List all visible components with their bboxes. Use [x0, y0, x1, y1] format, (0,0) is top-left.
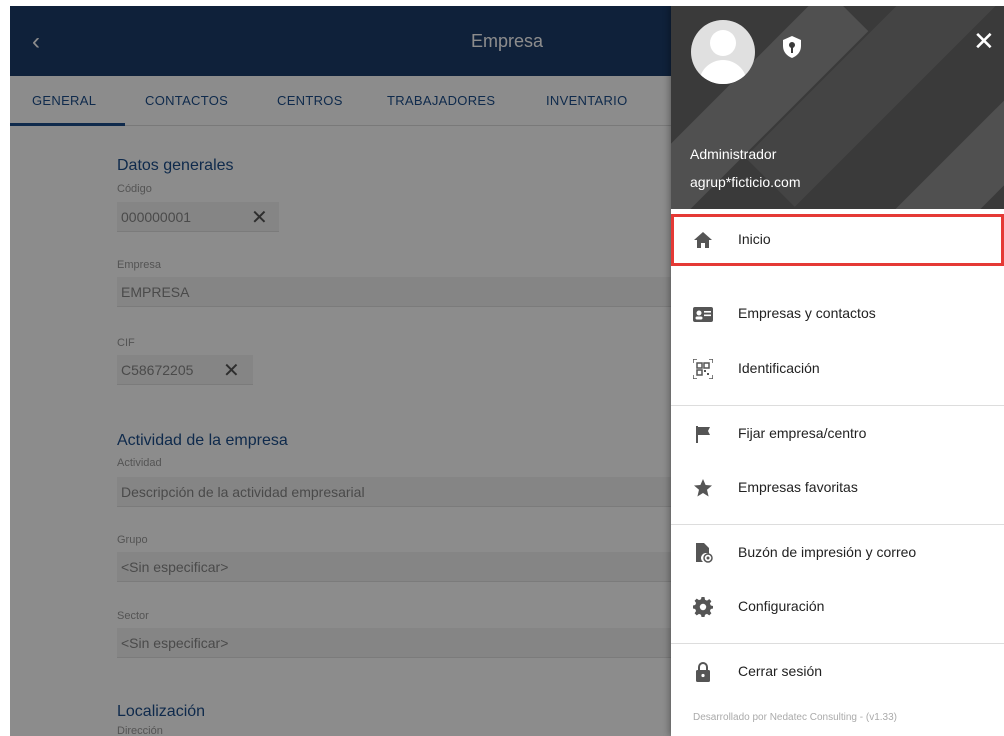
menu-item-label: Configuración [738, 598, 825, 614]
menu-item-label: Empresas y contactos [738, 305, 876, 321]
menu-item-cerrar-sesion[interactable]: Cerrar sesión [671, 646, 1004, 698]
menu-item-fijar-empresa[interactable]: Fijar empresa/centro [671, 408, 1004, 460]
home-icon [694, 232, 712, 248]
menu-item-label: Inicio [738, 231, 771, 247]
user-name: Administrador [690, 146, 777, 162]
user-email: agrup*ficticio.com [690, 174, 801, 190]
menu-item-label: Cerrar sesión [738, 663, 823, 679]
menu-item-empresas-contactos[interactable]: Empresas y contactos [671, 288, 1004, 340]
menu-divider [671, 643, 1004, 644]
qr-code-icon [693, 359, 713, 379]
screen: ‹ Empresa GENERAL CONTACTOS CENTROS TRAB… [10, 6, 1004, 736]
menu-item-inicio[interactable]: Inicio [671, 214, 1004, 266]
print-mail-icon [696, 543, 713, 563]
gear-icon [693, 597, 713, 617]
menu-item-configuracion[interactable]: Configuración [671, 581, 1004, 633]
footer-version: Desarrollado por Nedatec Consulting - (v… [693, 712, 897, 723]
menu-item-label: Empresas favoritas [738, 479, 858, 495]
drawer-header: ✕ Administrador agrup*ficticio.com [671, 6, 1004, 209]
menu-item-label: Identificación [738, 360, 820, 376]
shield-key-icon [783, 36, 801, 58]
navigation-drawer: ✕ Administrador agrup*ficticio.com Inici… [671, 6, 1004, 736]
menu-item-identificacion[interactable]: Identificación [671, 343, 1004, 395]
star-icon [694, 479, 712, 497]
menu-divider [671, 524, 1004, 525]
avatar[interactable] [691, 20, 755, 84]
menu-item-favoritas[interactable]: Empresas favoritas [671, 462, 1004, 514]
close-icon[interactable]: ✕ [973, 26, 995, 57]
contact-card-icon [693, 307, 713, 322]
menu-item-buzon[interactable]: Buzón de impresión y correo [671, 527, 1004, 579]
menu-item-label: Buzón de impresión y correo [738, 544, 917, 560]
flag-icon [696, 426, 710, 443]
lock-icon [696, 662, 710, 682]
menu-item-label: Fijar empresa/centro [738, 425, 867, 441]
menu-divider [671, 405, 1004, 406]
